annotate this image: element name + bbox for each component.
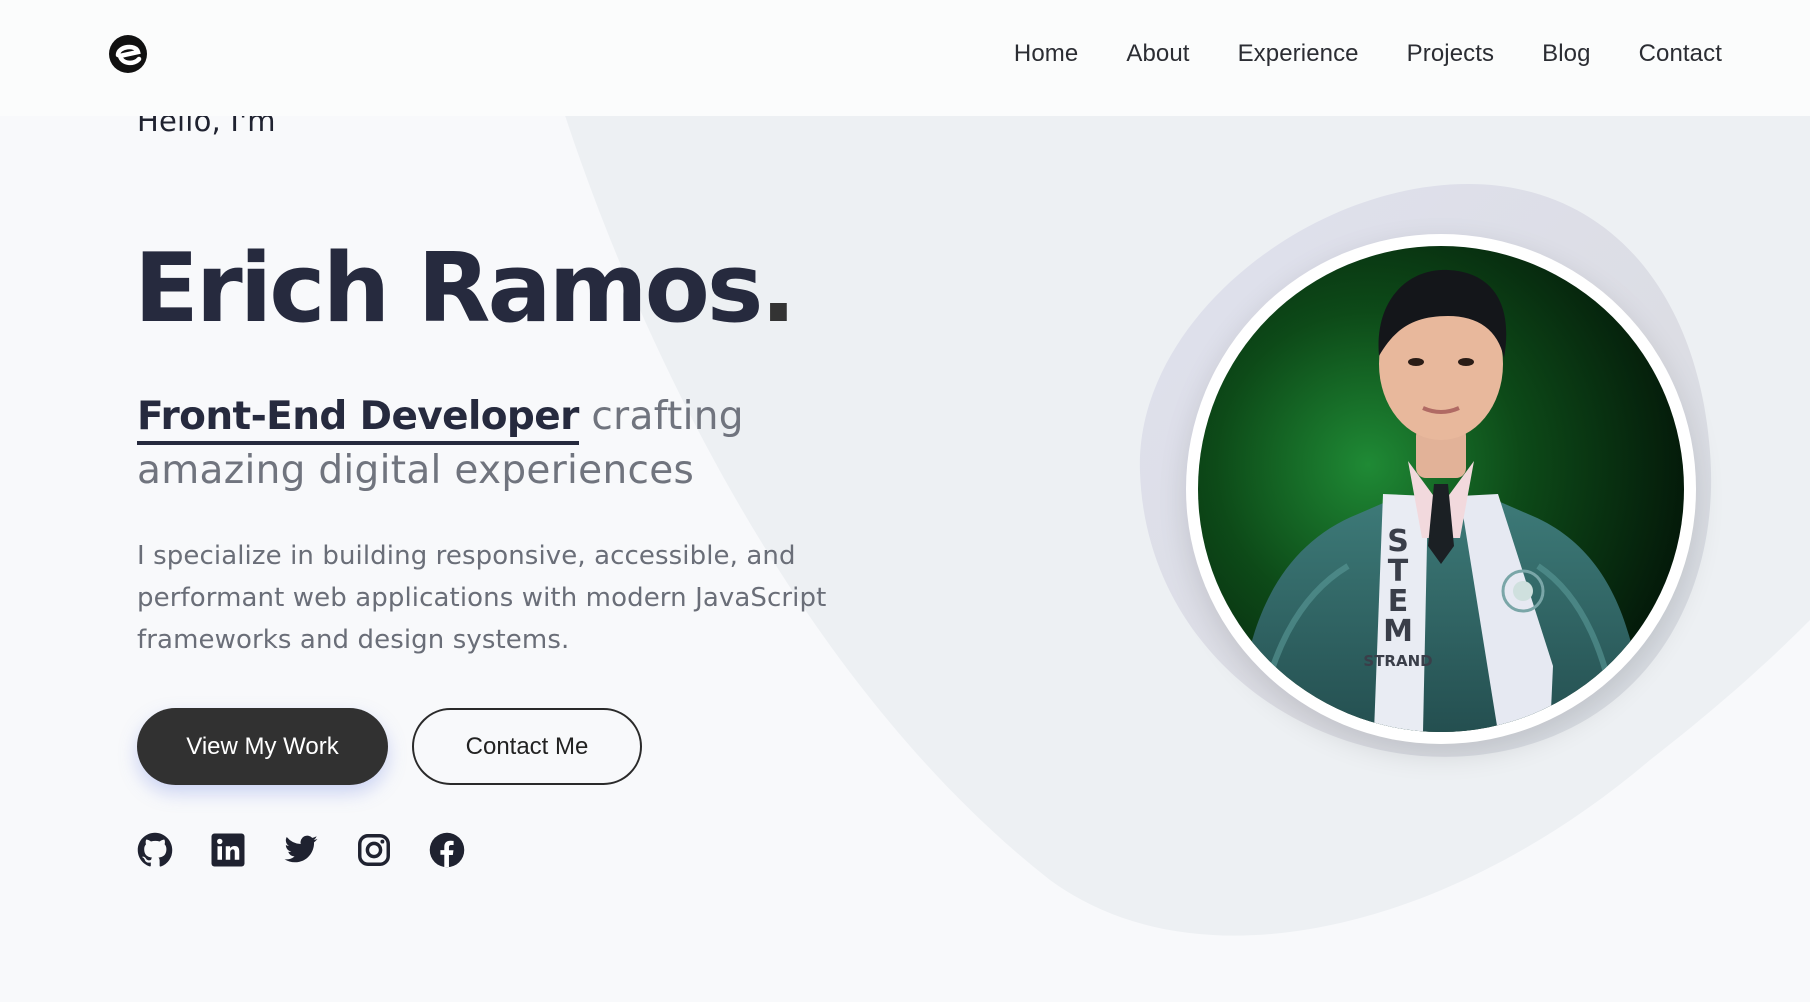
profile-photo-frame: S T E M STRAND [1186,234,1696,744]
contact-me-button[interactable]: Contact Me [412,708,642,785]
twitter-icon[interactable] [283,832,319,868]
social-links [137,832,465,868]
linkedin-icon[interactable] [210,832,246,868]
profile-photo: S T E M STRAND [1198,246,1684,733]
nav-blog[interactable]: Blog [1542,40,1590,68]
hero-description: I specialize in building responsive, acc… [137,541,827,655]
nav-about[interactable]: About [1126,40,1189,68]
view-my-work-button[interactable]: View My Work [137,708,388,785]
site-header: Home About Experience Projects Blog Cont… [0,0,1810,116]
svg-text:STRAND: STRAND [1363,652,1432,670]
svg-text:M: M [1383,614,1413,649]
role-highlight: Front-End Developer [137,394,579,445]
hero-name-dot: . [760,234,796,344]
main-nav: Home About Experience Projects Blog Cont… [1014,40,1722,68]
hero-role: Front-End Developer crafting amazing dig… [137,390,917,498]
logo-icon[interactable] [106,32,150,76]
nav-experience[interactable]: Experience [1238,40,1359,68]
instagram-icon[interactable] [356,832,392,868]
nav-contact[interactable]: Contact [1639,40,1722,68]
nav-projects[interactable]: Projects [1407,40,1495,68]
page: Home About Experience Projects Blog Cont… [0,0,1810,1002]
github-icon[interactable] [137,832,173,868]
facebook-icon[interactable] [429,832,465,868]
hero-name-text: Erich Ramos [134,234,763,344]
hero-name: Erich Ramos. [134,242,796,337]
nav-home[interactable]: Home [1014,40,1078,68]
